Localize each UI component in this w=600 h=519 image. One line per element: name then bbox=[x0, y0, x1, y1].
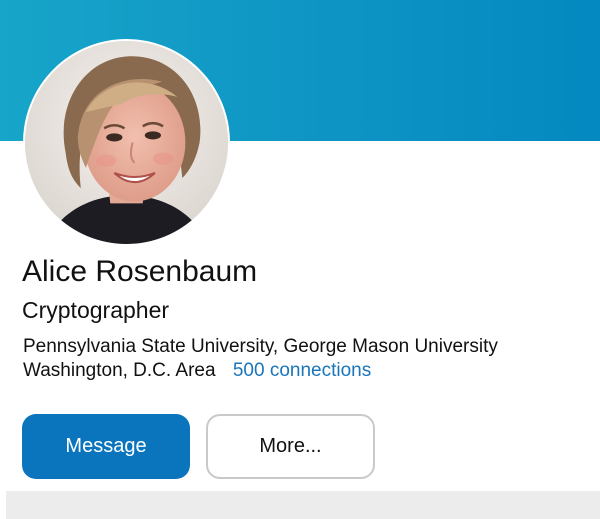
profile-name: Alice Rosenbaum bbox=[22, 255, 258, 288]
profile-card: Alice Rosenbaum Cryptographer Pennsylvan… bbox=[0, 0, 600, 519]
section-divider bbox=[6, 491, 600, 519]
connections-link[interactable]: 500 connections bbox=[233, 360, 371, 381]
profile-avatar[interactable] bbox=[23, 39, 230, 246]
avatar-photo-icon bbox=[25, 41, 228, 244]
profile-education: Pennsylvania State University, George Ma… bbox=[23, 336, 498, 357]
profile-headline: Cryptographer bbox=[22, 297, 170, 323]
more-button[interactable]: More... bbox=[206, 414, 375, 479]
message-button[interactable]: Message bbox=[22, 414, 190, 479]
profile-location: Washington, D.C. Area bbox=[23, 360, 216, 381]
profile-location-line: Washington, D.C. Area 500 connections bbox=[23, 360, 371, 382]
